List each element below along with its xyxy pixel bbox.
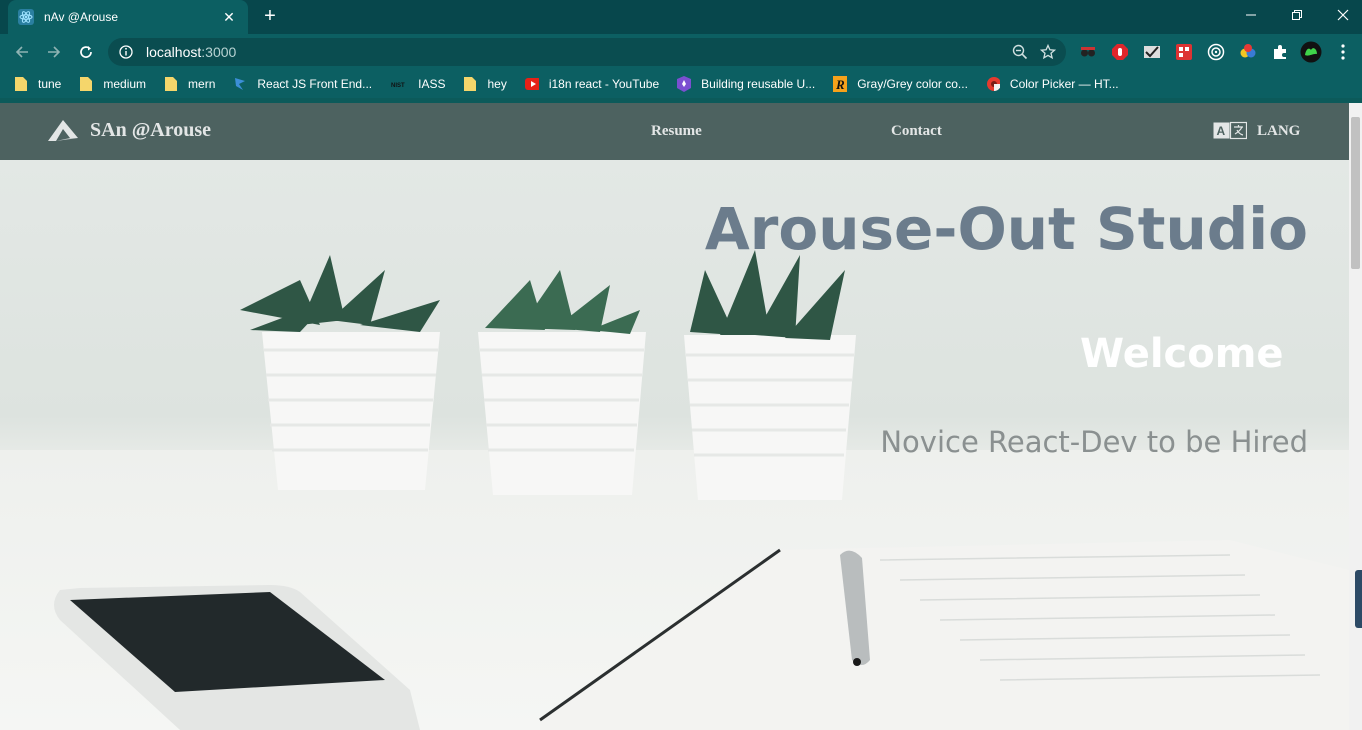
extensions-puzzle-icon[interactable] xyxy=(1269,41,1291,63)
extension-spy-icon[interactable] xyxy=(1077,41,1099,63)
folder-icon xyxy=(14,77,28,91)
browser-toolbar: localhost:3000 xyxy=(0,34,1362,70)
tab-title: nAv @Arouse xyxy=(44,10,118,24)
tab-strip: nAv @Arouse ✕ + xyxy=(0,0,1362,34)
address-bar[interactable]: localhost:3000 xyxy=(108,38,1066,66)
scrollbar-thumb[interactable] xyxy=(1351,117,1360,269)
zoom-out-icon[interactable] xyxy=(1006,38,1034,66)
plant-pot-right xyxy=(684,250,856,500)
minimize-icon[interactable] xyxy=(1228,0,1274,30)
plant-pot-middle xyxy=(478,270,646,495)
youtube-icon xyxy=(524,77,539,91)
language-switcher[interactable]: A LANG xyxy=(1213,121,1300,141)
language-label: LANG xyxy=(1257,122,1301,139)
extension-grid-icon[interactable] xyxy=(1173,41,1195,63)
hero-welcome: Welcome xyxy=(1080,331,1284,377)
forward-icon[interactable] xyxy=(42,40,66,64)
extension-check-icon[interactable] xyxy=(1141,41,1163,63)
hero-subtitle: Novice React-Dev to be Hired xyxy=(880,425,1308,459)
side-panel-tab[interactable] xyxy=(1355,570,1362,628)
back-icon[interactable] xyxy=(10,40,34,64)
notebook-image xyxy=(539,540,1349,730)
react-icon xyxy=(18,9,34,25)
bookmark-mern[interactable]: mern xyxy=(164,77,215,91)
nist-icon: NIST xyxy=(390,77,409,91)
folder-icon xyxy=(463,77,477,91)
new-tab-button[interactable]: + xyxy=(258,6,282,28)
kebab-menu-icon[interactable] xyxy=(1332,41,1354,63)
bookmark-gray-grey-color[interactable]: R Gray/Grey color co... xyxy=(833,76,968,92)
bookmark-i18n-youtube[interactable]: i18n react - YouTube xyxy=(524,77,659,91)
bookmarks-bar: tune medium mern React JS Front End... N… xyxy=(0,70,1362,98)
close-tab-icon[interactable]: ✕ xyxy=(220,9,238,26)
page-scrollbar[interactable] xyxy=(1349,103,1362,730)
smartphone-image xyxy=(54,585,420,730)
svg-text:NIST: NIST xyxy=(391,83,405,89)
restore-icon[interactable] xyxy=(1274,0,1320,30)
folder-icon xyxy=(164,77,178,91)
extension-colors-icon[interactable] xyxy=(1237,41,1259,63)
svg-text:A: A xyxy=(1217,124,1226,138)
nav-link-contact[interactable]: Contact xyxy=(891,123,942,140)
extension-adblock-icon[interactable] xyxy=(1109,41,1131,63)
url-text[interactable]: localhost:3000 xyxy=(146,44,1006,60)
reload-icon[interactable] xyxy=(74,40,98,64)
folder-icon xyxy=(79,77,93,91)
bookmark-react-front-end[interactable]: React JS Front End... xyxy=(233,77,372,91)
page-viewport: SAn @Arouse Resume Contact A LANG Arouse… xyxy=(0,103,1349,730)
bookmark-tune[interactable]: tune xyxy=(14,77,61,91)
bookmark-medium[interactable]: medium xyxy=(79,77,146,91)
star-icon[interactable] xyxy=(1034,38,1062,66)
bookmark-color-picker[interactable]: Color Picker — HT... xyxy=(986,77,1119,91)
extension-target-icon[interactable] xyxy=(1205,41,1227,63)
bookmark-iass[interactable]: NIST IASS xyxy=(390,77,445,91)
rocket-icon xyxy=(677,76,692,92)
bookmark-building-reusable[interactable]: Building reusable U... xyxy=(677,76,815,92)
plant-pot-left xyxy=(240,255,440,490)
brand-logo-icon xyxy=(46,117,80,143)
r-logo-icon: R xyxy=(833,76,848,92)
bookmark-hey[interactable]: hey xyxy=(463,77,507,91)
profile-avatar[interactable] xyxy=(1300,41,1322,63)
brand-name: SAn @Arouse xyxy=(90,118,212,141)
site-navbar: SAn @Arouse Resume Contact A LANG xyxy=(0,103,1349,160)
hero-title: Arouse-Out Studio xyxy=(704,195,1308,263)
info-icon[interactable] xyxy=(118,44,134,60)
bookmark-site-icon xyxy=(233,77,247,91)
close-window-icon[interactable] xyxy=(1320,0,1362,30)
translate-icon: A xyxy=(1213,121,1248,141)
svg-text:R: R xyxy=(835,77,845,92)
browser-tab[interactable]: nAv @Arouse ✕ xyxy=(8,0,248,34)
brand-link[interactable]: SAn @Arouse xyxy=(46,117,211,143)
nav-link-resume[interactable]: Resume xyxy=(651,123,702,140)
color-picker-icon xyxy=(986,77,1000,91)
